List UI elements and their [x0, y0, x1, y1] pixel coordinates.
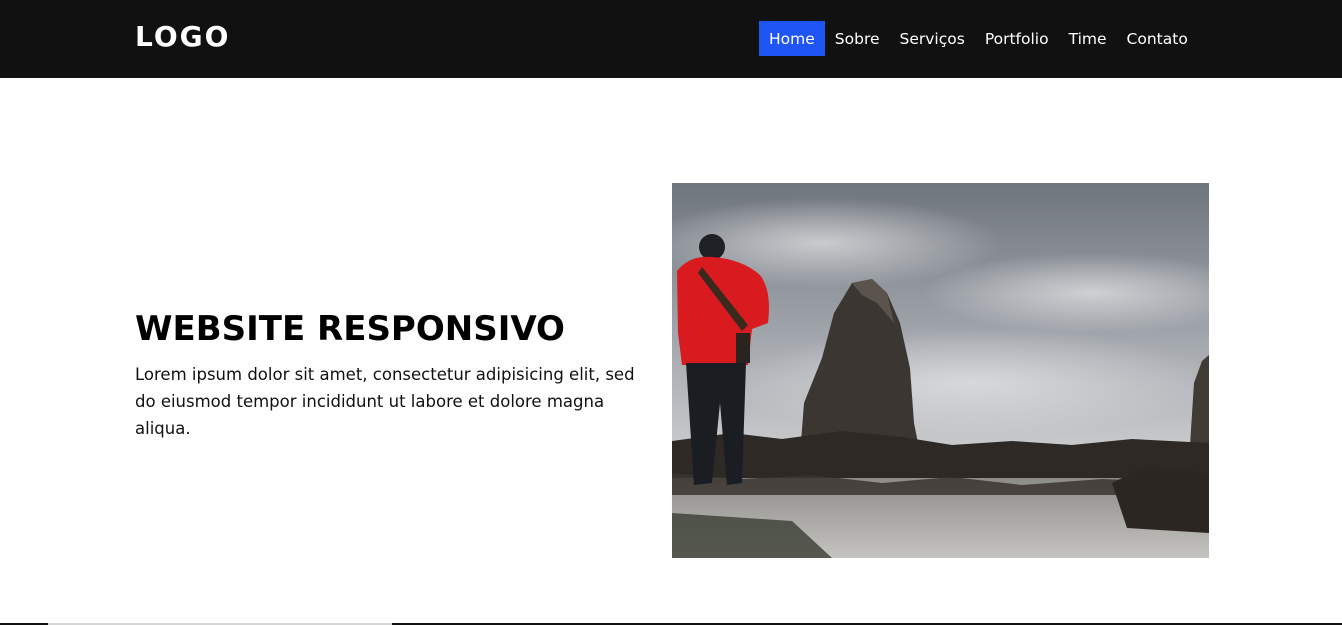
landscape-photo-icon: [672, 183, 1209, 558]
nav-item-time[interactable]: Time: [1059, 21, 1117, 56]
nav-item-contato[interactable]: Contato: [1117, 21, 1198, 56]
logo[interactable]: LOGO: [135, 19, 230, 55]
nav-item-sobre[interactable]: Sobre: [825, 21, 890, 56]
nav-item-servicos[interactable]: Serviços: [890, 21, 975, 56]
nav-item-portfolio[interactable]: Portfolio: [975, 21, 1059, 56]
hero-image: [672, 183, 1209, 558]
navbar: LOGO Home Sobre Serviços Portfolio Time …: [0, 0, 1342, 78]
nav-menu: Home Sobre Serviços Portfolio Time Conta…: [759, 21, 1198, 56]
nav-item-home[interactable]: Home: [759, 21, 825, 56]
hero-description: Lorem ipsum dolor sit amet, consectetur …: [135, 365, 635, 438]
hero-title: WEBSITE RESPONSIVO: [135, 309, 565, 349]
